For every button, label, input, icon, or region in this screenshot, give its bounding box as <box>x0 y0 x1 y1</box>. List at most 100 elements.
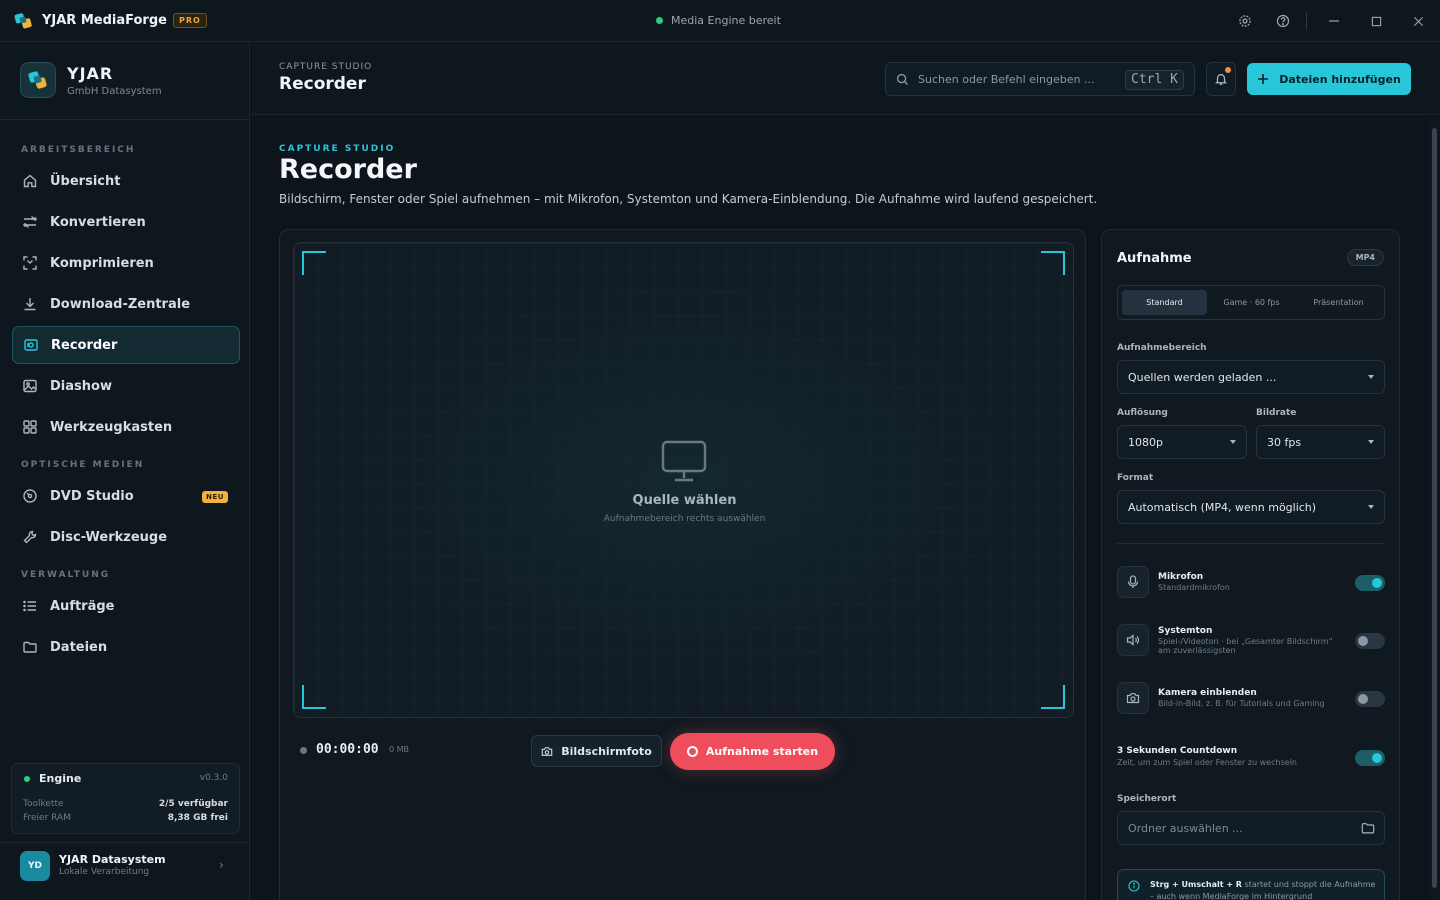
start-recording-label: Aufnahme starten <box>705 745 819 758</box>
capture-preview[interactable]: Quelle wählen Aufnahmebereich rechts aus… <box>293 242 1074 718</box>
preset-game[interactable]: Game · 60 fps <box>1209 290 1294 315</box>
engine-title: Engine <box>39 772 82 785</box>
notification-dot <box>1225 67 1231 73</box>
sidebar-item-label: Diashow <box>50 378 112 394</box>
recording-size: 0 MB <box>389 745 410 754</box>
engine-status-card: Engine v0.3.0 Toolkette 2/5 verfügbar Fr… <box>11 763 240 834</box>
folder-icon <box>23 641 37 653</box>
list-icon <box>23 600 36 612</box>
titlebar-separator <box>1306 12 1307 30</box>
help-icon[interactable] <box>1274 12 1292 30</box>
chevron-down-icon <box>1230 440 1236 444</box>
capture-area-select[interactable]: Quellen werden geladen ... <box>1117 360 1385 394</box>
page-header: CAPTURE STUDIO Recorder Suchen oder Befe… <box>251 42 1440 115</box>
minimize-icon[interactable] <box>1325 12 1343 30</box>
resolution-select[interactable]: 1080p <box>1117 425 1247 459</box>
home-icon <box>23 174 37 188</box>
frame-corner <box>1041 251 1065 275</box>
source-subtitle: Aufnahmebereich rechts auswählen <box>603 514 766 524</box>
engine-ok-dot-icon <box>24 776 30 782</box>
system-audio-subtitle: Spiel-/Videoton · bei „Gesamter Bildschi… <box>1158 637 1333 655</box>
sidebar-item-files[interactable]: Dateien <box>12 628 240 666</box>
source-title: Quelle wählen <box>632 493 737 508</box>
countdown-toggle[interactable] <box>1355 750 1385 766</box>
framerate-label: Bildrate <box>1256 408 1297 418</box>
user-profile[interactable]: YD YJAR Datasystem Lokale Verarbeitung › <box>0 842 250 900</box>
folder-open-icon <box>1361 823 1375 834</box>
sidebar-item-label: Disc-Werkzeuge <box>50 529 168 545</box>
compress-icon <box>23 256 37 270</box>
title-bar: YJAR MediaForge PRO Media Engine bereit <box>0 0 1440 42</box>
resolution-label: Auflösung <box>1117 408 1168 418</box>
search-input[interactable]: Suchen oder Befehl eingeben ... Ctrl K <box>885 62 1195 96</box>
search-placeholder: Suchen oder Befehl eingeben ... <box>918 73 1095 86</box>
preset-presentation[interactable]: Präsentation <box>1296 290 1381 315</box>
location-label: Speicherort <box>1117 794 1177 804</box>
sidebar-item-dvd-studio[interactable]: DVD Studio NEU <box>12 477 240 515</box>
brand-subtitle: GmbH Datasystem <box>67 86 162 97</box>
close-icon[interactable] <box>1409 12 1427 30</box>
save-location-placeholder: Ordner auswählen ... <box>1128 821 1243 835</box>
app-logo-icon <box>14 13 32 29</box>
hint-keys: Strg + Umschalt + R <box>1150 880 1242 889</box>
sidebar-item-overview[interactable]: Übersicht <box>12 162 240 200</box>
engine-status: Media Engine bereit <box>656 14 781 27</box>
record-circle-icon <box>686 746 698 757</box>
plus-icon <box>1258 74 1269 84</box>
monitor-icon <box>661 440 707 482</box>
sidebar-item-recorder[interactable]: Recorder <box>12 326 240 364</box>
microphone-icon <box>1117 566 1149 598</box>
notifications-button[interactable] <box>1206 62 1236 96</box>
start-recording-button[interactable]: Aufnahme starten <box>670 733 835 770</box>
divider <box>1117 543 1385 544</box>
framerate-select[interactable]: 30 fps <box>1256 425 1385 459</box>
format-select[interactable]: Automatisch (MP4, wenn möglich) <box>1117 490 1385 524</box>
app-title: YJAR MediaForge <box>42 13 167 28</box>
maximize-icon[interactable] <box>1367 12 1385 30</box>
sidebar-item-jobs[interactable]: Aufträge <box>12 587 240 625</box>
scrollbar-thumb[interactable] <box>1432 128 1437 888</box>
camera-title: Kamera einblenden <box>1158 688 1257 698</box>
sidebar-item-disc-tools[interactable]: Disc-Werkzeuge <box>12 518 240 556</box>
screenshot-button[interactable]: Bildschirmfoto <box>531 735 662 767</box>
system-audio-toggle[interactable] <box>1355 633 1385 649</box>
page-title: Recorder <box>279 154 417 185</box>
camera-subtitle: Bild-in-Bild, z. B. für Tutorials und Ga… <box>1158 699 1325 708</box>
sidebar-item-label: Download-Zentrale <box>50 296 191 312</box>
header-eyebrow: CAPTURE STUDIO <box>279 62 373 72</box>
convert-icon <box>23 216 37 228</box>
sidebar-item-convert[interactable]: Konvertieren <box>12 203 240 241</box>
camera-toggle[interactable] <box>1355 691 1385 707</box>
engine-status-text: Media Engine bereit <box>671 14 781 27</box>
disc-icon <box>23 489 37 503</box>
nav-section-optical: OPTISCHE MEDIEN <box>21 460 145 470</box>
chevron-down-icon <box>1368 505 1374 509</box>
sidebar-item-slideshow[interactable]: Diashow <box>12 367 240 405</box>
mic-title: Mikrofon <box>1158 572 1204 582</box>
resolution-value: 1080p <box>1128 435 1163 449</box>
image-icon <box>23 379 37 393</box>
mic-toggle[interactable] <box>1355 575 1385 591</box>
sidebar-item-compress[interactable]: Komprimieren <box>12 244 240 282</box>
format-label: Format <box>1117 473 1154 483</box>
sidebar-item-label: Konvertieren <box>50 214 146 230</box>
info-icon <box>1128 880 1140 892</box>
search-icon <box>896 73 909 86</box>
main-content: CAPTURE STUDIO Recorder Bildschirm, Fens… <box>251 116 1429 900</box>
sidebar-item-download[interactable]: Download-Zentrale <box>12 285 240 323</box>
ram-value: 8,38 GB frei <box>167 813 228 823</box>
recording-settings-panel: Aufnahme MP4 Standard Game · 60 fps Präs… <box>1101 229 1400 900</box>
download-icon <box>24 298 36 311</box>
capture-area-value: Quellen werden geladen ... <box>1128 370 1277 384</box>
save-location-field[interactable]: Ordner auswählen ... <box>1117 811 1385 845</box>
add-files-button[interactable]: Dateien hinzufügen <box>1247 63 1411 95</box>
new-badge: NEU <box>202 491 228 503</box>
settings-gear-icon[interactable] <box>1236 12 1254 30</box>
panel-title: Aufnahme <box>1117 251 1192 266</box>
framerate-value: 30 fps <box>1267 435 1302 449</box>
sidebar-item-toolbox[interactable]: Werkzeugkasten <box>12 408 240 446</box>
webcam-icon <box>1117 682 1149 714</box>
status-dot-icon <box>656 17 663 24</box>
page-description: Bildschirm, Fenster oder Spiel aufnehmen… <box>279 192 1098 206</box>
preset-standard[interactable]: Standard <box>1122 290 1207 315</box>
